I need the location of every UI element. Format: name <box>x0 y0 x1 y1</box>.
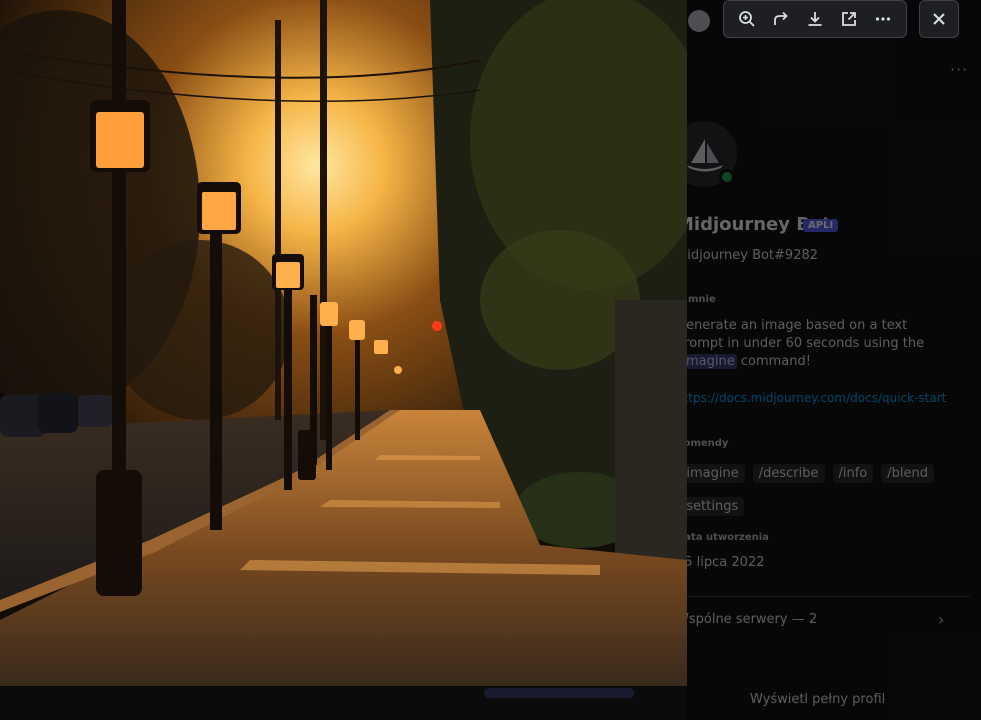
app-badge: APLI <box>803 219 839 232</box>
more-icon <box>875 17 891 21</box>
viewer-toolbar <box>723 0 907 38</box>
about-text: Generate an image based on a text prompt… <box>676 317 956 371</box>
download-icon <box>808 12 822 26</box>
more-options-button[interactable] <box>870 6 896 32</box>
divider <box>664 596 970 597</box>
mutual-servers[interactable]: Wspólne serwery — 2 <box>676 612 817 627</box>
close-icon <box>933 13 945 25</box>
user-icon <box>688 10 710 32</box>
command-describe[interactable]: /describe <box>752 464 825 483</box>
download-button[interactable] <box>802 6 828 32</box>
zoom-in-icon <box>739 11 755 27</box>
street-sunset-photo <box>0 0 687 686</box>
sailboat-icon <box>687 139 723 172</box>
view-full-profile-link[interactable]: Wyświetl pełny profil <box>750 692 885 707</box>
forward-button[interactable] <box>768 6 794 32</box>
chevron-right-icon: › <box>938 610 945 629</box>
open-external-icon <box>842 12 856 26</box>
profile-username: Midjourney Bot#9282 <box>676 248 819 263</box>
command-info[interactable]: /info <box>832 464 874 483</box>
online-status-icon <box>719 169 735 185</box>
about-text-before: Generate an image based on a text prompt… <box>676 318 925 351</box>
profile-more-icon: ··· <box>950 60 969 79</box>
about-text-after: command! <box>740 354 811 369</box>
scroll-handle[interactable] <box>484 688 634 698</box>
viewer-bottom-bar <box>0 686 687 720</box>
created-label: Data utworzenia <box>676 532 769 543</box>
forward-icon <box>774 11 788 25</box>
zoom-in-button[interactable] <box>734 6 760 32</box>
close-viewer-button[interactable] <box>919 0 959 38</box>
viewer-image[interactable] <box>0 0 687 686</box>
commands-list: /imagine /describe /info /blend <box>676 464 934 483</box>
docs-link[interactable]: https://docs.midjourney.com/docs/quick-s… <box>676 390 966 406</box>
created-date: 25 lipca 2022 <box>676 555 765 570</box>
open-in-browser-button[interactable] <box>836 6 862 32</box>
command-blend[interactable]: /blend <box>881 464 934 483</box>
